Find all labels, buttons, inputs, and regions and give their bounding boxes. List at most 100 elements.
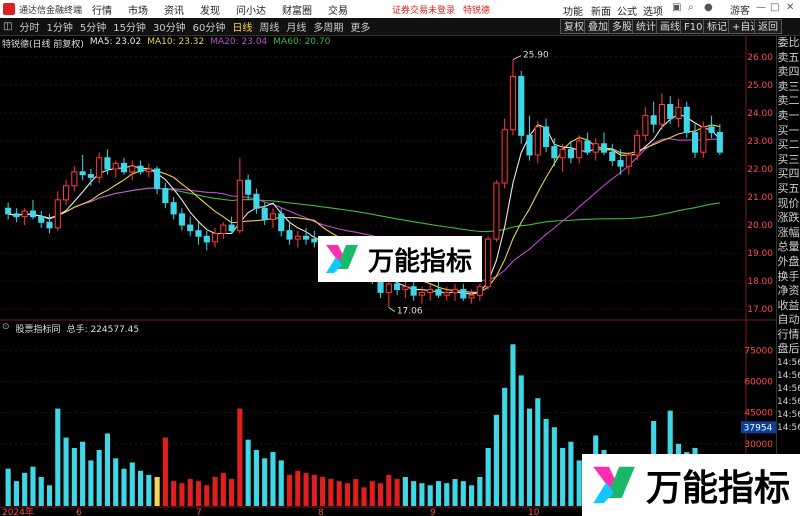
legend-ma60: MA60: 20.70 bbox=[273, 37, 331, 47]
volume-bar bbox=[452, 479, 458, 506]
menu-item-new-page[interactable]: 新面 bbox=[591, 3, 611, 18]
period-daily[interactable]: 日线 bbox=[232, 19, 252, 34]
toolbar-toggle-icon[interactable]: ◫ bbox=[3, 21, 12, 32]
volume-bar bbox=[146, 474, 152, 506]
volume-bar bbox=[361, 487, 367, 506]
candle-body bbox=[592, 143, 599, 153]
volume-bar bbox=[187, 479, 193, 506]
indicator-settings-icon[interactable]: ⊙ bbox=[2, 322, 10, 334]
side-panel-label: 卖五 bbox=[777, 50, 800, 64]
period-1min[interactable]: 1分钟 bbox=[46, 19, 72, 34]
legend-ma10: MA10: 23.32 bbox=[147, 37, 205, 47]
menu-item-quotes[interactable]: 行情 bbox=[92, 2, 112, 17]
close-icon[interactable]: ✕ bbox=[786, 2, 794, 13]
window-search-icon[interactable]: ⌕ bbox=[688, 2, 694, 13]
volume-bar bbox=[121, 468, 127, 506]
menu-item-options[interactable]: 选项 bbox=[643, 3, 663, 18]
candle-body bbox=[435, 289, 442, 296]
candle-body bbox=[543, 126, 550, 148]
period-multi[interactable]: 多周期 bbox=[313, 19, 343, 34]
candle-body bbox=[418, 291, 425, 296]
candle-body bbox=[154, 168, 161, 190]
candle-body bbox=[145, 168, 152, 173]
volume-bar bbox=[262, 458, 268, 506]
period-30min[interactable]: 30分钟 bbox=[153, 19, 186, 34]
price-tick-label: 17.00 bbox=[747, 305, 773, 315]
time-axis-label: 6 bbox=[76, 508, 82, 516]
candle-body bbox=[5, 207, 12, 215]
side-panel-label: 买二 bbox=[777, 138, 800, 152]
price-tick-label: 22.00 bbox=[747, 165, 773, 175]
volume-bar bbox=[179, 483, 185, 506]
candle-body bbox=[443, 291, 450, 296]
candle-body bbox=[600, 143, 608, 153]
volume-bar bbox=[220, 472, 226, 506]
volume-bar bbox=[63, 437, 69, 506]
volume-tick-label: 45000 bbox=[744, 409, 773, 419]
candle-body bbox=[708, 126, 715, 134]
user-label[interactable]: 游客 bbox=[730, 2, 750, 17]
volume-bar bbox=[5, 468, 11, 506]
menu-item-functions[interactable]: 功能 bbox=[563, 3, 583, 18]
watermark-logo-icon bbox=[593, 466, 635, 504]
candle-body bbox=[120, 162, 128, 173]
period-intraday[interactable]: 分时 bbox=[19, 19, 39, 34]
volume-bar bbox=[518, 375, 524, 506]
volume-bar bbox=[328, 479, 334, 506]
side-panel-label: 14:56 bbox=[777, 423, 800, 434]
watermark-center: 万能指标 bbox=[318, 236, 482, 282]
candle-body bbox=[13, 213, 20, 218]
minimize-icon[interactable]: — bbox=[756, 2, 766, 13]
side-panel-label: 14:56 bbox=[777, 384, 800, 395]
price-tick-label: 25.00 bbox=[747, 81, 773, 91]
menu-item-wealth[interactable]: 财富圈 bbox=[282, 2, 312, 17]
candle-body bbox=[228, 224, 235, 232]
period-15min[interactable]: 15分钟 bbox=[113, 19, 146, 34]
volume-bar bbox=[526, 408, 533, 506]
candle-body bbox=[236, 179, 243, 232]
menu-item-news[interactable]: 资讯 bbox=[164, 2, 184, 17]
chart-title: 特锐德(日线 前复权) bbox=[2, 40, 84, 50]
side-panel-label: 总量 bbox=[777, 240, 800, 254]
menu-item-discover[interactable]: 发现 bbox=[200, 2, 220, 17]
app-title: 通达信金融终端 bbox=[19, 5, 83, 16]
maximize-icon[interactable]: □ bbox=[770, 2, 779, 13]
price-tick-label: 19.00 bbox=[747, 249, 773, 259]
side-panel-label: 行情 bbox=[777, 327, 800, 341]
menu-item-ask[interactable]: 问小达 bbox=[236, 2, 266, 17]
volume-bar bbox=[30, 466, 36, 506]
candle-body bbox=[245, 179, 252, 195]
volume-bar bbox=[402, 476, 408, 506]
candle-body bbox=[468, 294, 475, 299]
menu-item-market[interactable]: 市场 bbox=[128, 2, 148, 17]
back-button[interactable]: 返回 bbox=[754, 19, 782, 34]
price-tick-label: 18.00 bbox=[747, 277, 773, 287]
volume-bar bbox=[171, 481, 177, 506]
candle-body bbox=[509, 75, 517, 131]
low-price-annotation: 17.06 bbox=[397, 307, 423, 317]
period-weekly[interactable]: 周线 bbox=[259, 19, 279, 34]
volume-bar bbox=[460, 481, 466, 506]
period-more[interactable]: 更多 bbox=[350, 19, 370, 34]
period-60min[interactable]: 60分钟 bbox=[193, 19, 226, 34]
menu-item-formula[interactable]: 公式 bbox=[617, 3, 637, 18]
period-5min[interactable]: 5分钟 bbox=[80, 19, 106, 34]
candle-body bbox=[493, 182, 500, 240]
candle-body bbox=[534, 126, 541, 156]
candle-body bbox=[642, 115, 649, 136]
volume-bar bbox=[270, 452, 276, 506]
login-notice[interactable]: 证券交易未登录 bbox=[392, 3, 455, 16]
volume-bar bbox=[411, 481, 417, 506]
window-tile-icon[interactable]: ▣ bbox=[672, 2, 681, 13]
period-monthly[interactable]: 月线 bbox=[286, 19, 306, 34]
window-user-icon[interactable]: ● bbox=[704, 2, 713, 13]
candle-body bbox=[203, 235, 210, 243]
stock-name-tab[interactable]: 特锐德 bbox=[463, 3, 490, 16]
indicator-name[interactable]: 股票指标同 bbox=[16, 322, 61, 335]
side-panel-label: 14:56 bbox=[777, 410, 800, 421]
mark-button[interactable]: 标记 bbox=[703, 19, 731, 34]
candle-body bbox=[559, 148, 566, 159]
menu-item-trade[interactable]: 交易 bbox=[328, 2, 348, 17]
volume-bar bbox=[80, 441, 86, 506]
candle-body bbox=[716, 132, 723, 153]
